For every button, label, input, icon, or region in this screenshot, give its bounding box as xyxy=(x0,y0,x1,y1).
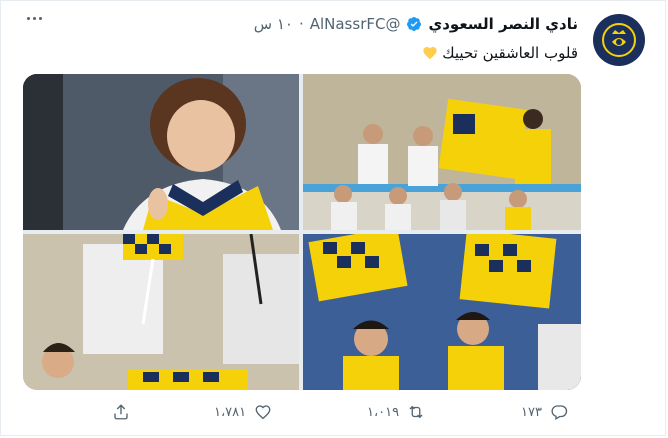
photo-crowd-icon xyxy=(303,74,581,230)
media-grid xyxy=(23,74,581,390)
retweet-button[interactable]: ١،٠١٩ xyxy=(367,403,425,421)
retweet-icon xyxy=(409,405,423,419)
avatar[interactable] xyxy=(593,14,645,66)
tweet-actions: ١٧٣ ١،٠١٩ ١،٧٨١ xyxy=(1,403,668,427)
tweet-header: نادي النصر السعودي @AlNassrFC · ١٠ س xyxy=(254,15,578,33)
tweet-text: قلوب العاشقين تحييك xyxy=(422,44,578,62)
media-photo-3[interactable] xyxy=(23,234,299,390)
photo-fans-icon xyxy=(303,234,581,390)
tweet-card[interactable]: نادي النصر السعودي @AlNassrFC · ١٠ س قلو… xyxy=(0,0,666,436)
verified-badge-icon xyxy=(407,17,422,31)
photo-child-icon xyxy=(23,74,299,230)
media-photo-1[interactable] xyxy=(23,74,299,230)
media-photo-2[interactable] xyxy=(303,74,581,230)
like-count: ١،٧٨١ xyxy=(214,404,247,420)
reply-icon xyxy=(551,405,568,420)
like-heart-icon xyxy=(255,405,271,420)
tweet-text-content: قلوب العاشقين تحييك xyxy=(442,44,578,62)
tweet-timestamp[interactable]: ١٠ س xyxy=(254,15,293,33)
photo-boys-flags-icon xyxy=(23,234,299,390)
like-button[interactable]: ١،٧٨١ xyxy=(214,403,272,421)
more-options-icon[interactable] xyxy=(27,17,42,20)
share-icon xyxy=(114,404,128,420)
yellow-heart-icon xyxy=(423,47,437,60)
share-button[interactable] xyxy=(112,403,130,421)
author-handle[interactable]: @AlNassrFC xyxy=(310,15,401,33)
author-name[interactable]: نادي النصر السعودي xyxy=(428,15,578,33)
reply-button[interactable]: ١٧٣ xyxy=(521,403,568,421)
retweet-count: ١،٠١٩ xyxy=(367,404,400,420)
reply-count: ١٧٣ xyxy=(521,404,542,420)
club-crest-icon xyxy=(602,23,636,57)
media-photo-4[interactable] xyxy=(303,234,581,390)
separator-dot: · xyxy=(298,15,304,33)
